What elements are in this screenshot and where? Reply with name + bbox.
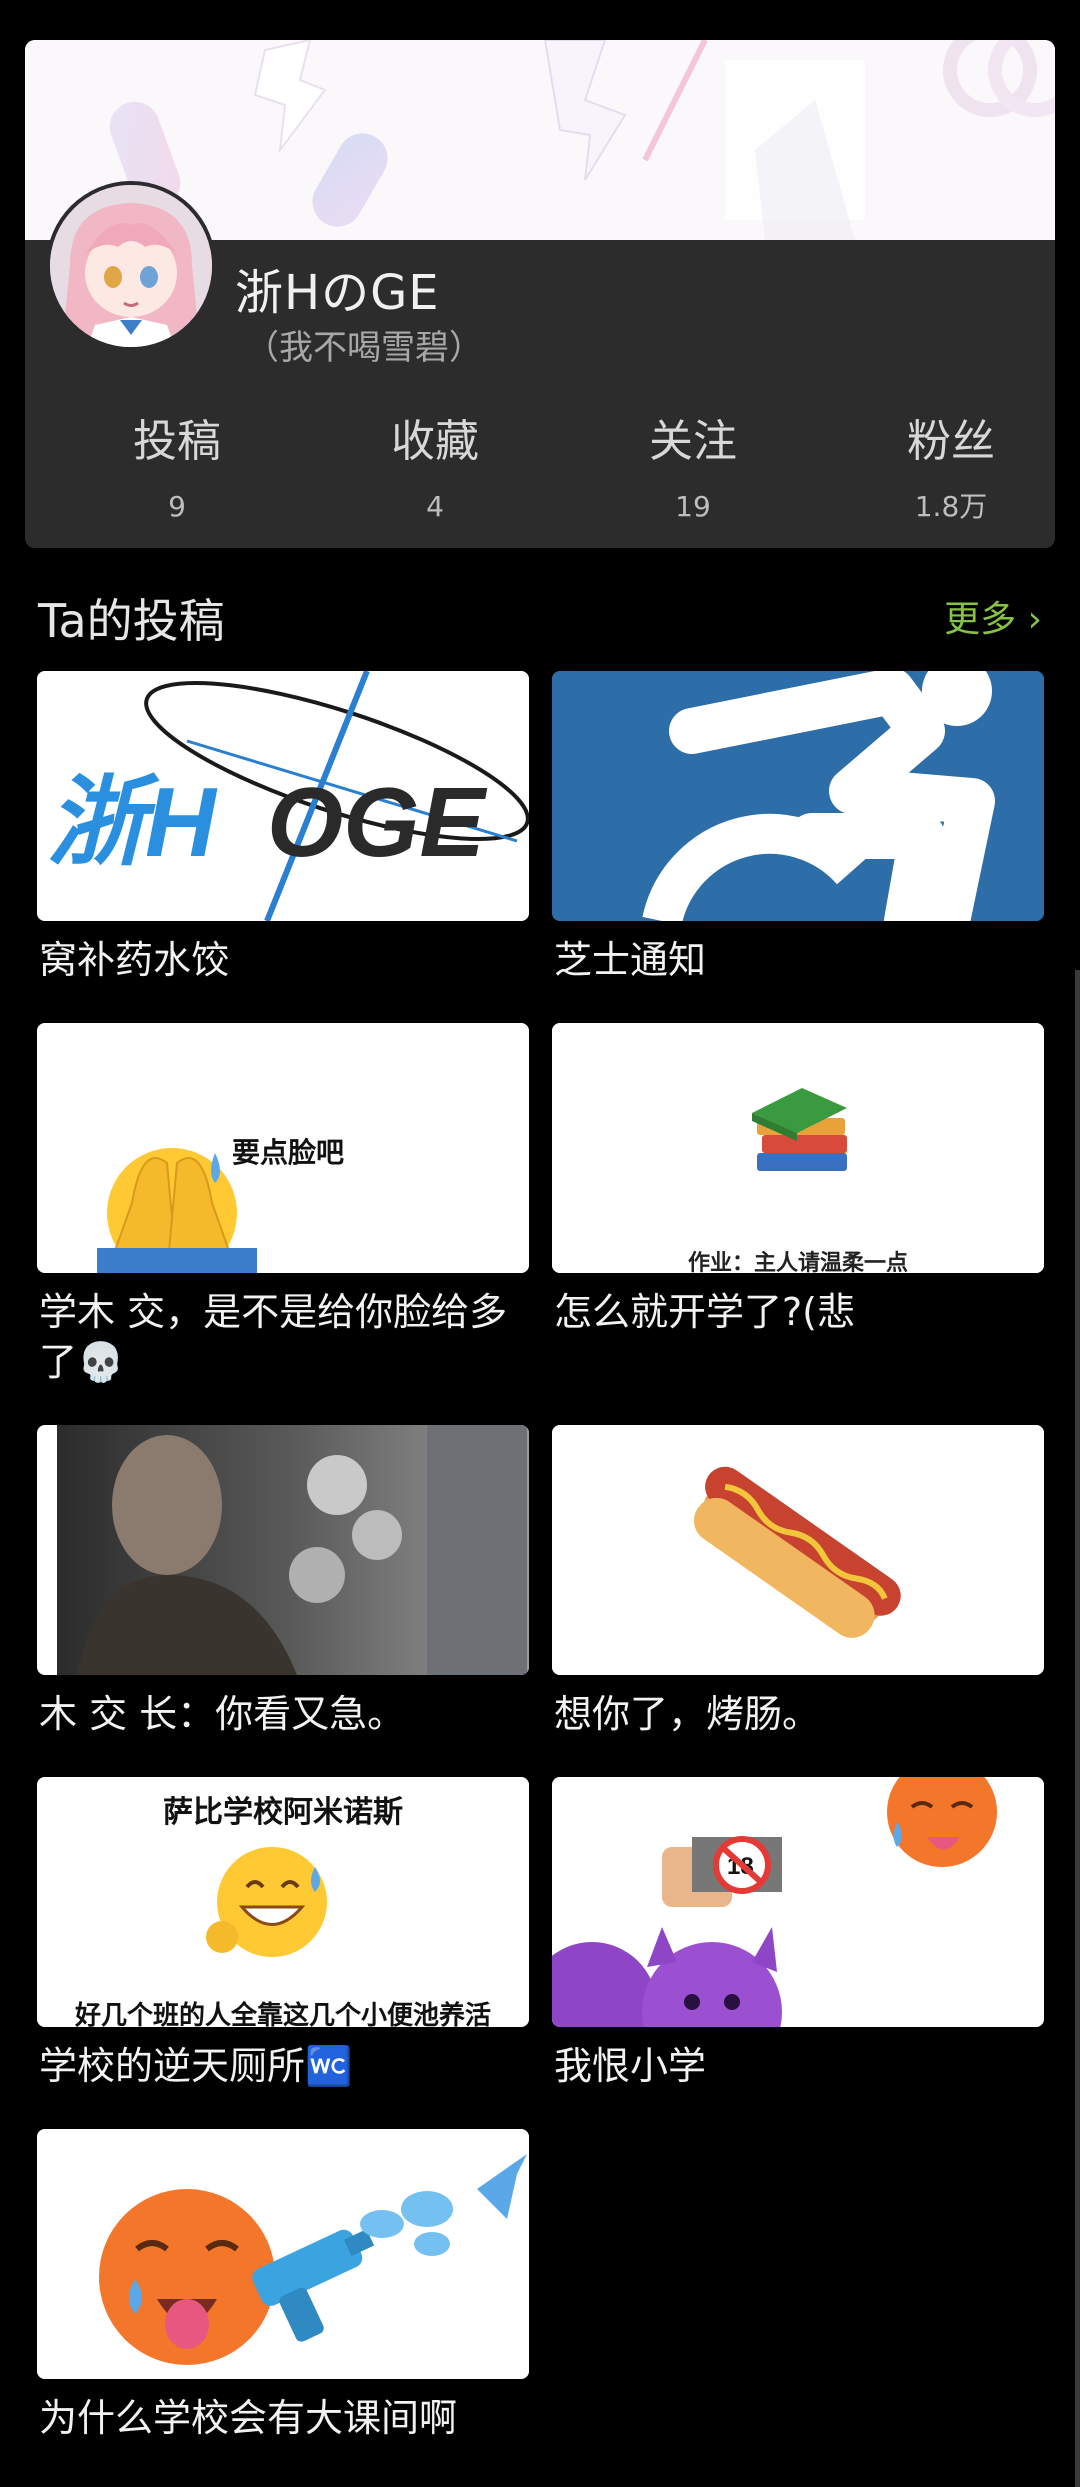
avatar-image xyxy=(50,185,212,347)
post-thumbnail[interactable]: 浙H OGE xyxy=(37,671,529,921)
stat-value: 19 xyxy=(675,490,711,523)
logo-text: 浙H xyxy=(47,767,218,877)
stat-label: 投稿 xyxy=(133,416,221,467)
post-card[interactable]: 想你了，烤肠。 xyxy=(552,1425,1044,1739)
hotdog-emoji-image xyxy=(552,1425,1044,1675)
hot-face-water-gun-image xyxy=(37,2129,529,2379)
devil-emoji-image: 18 xyxy=(552,1777,1044,2027)
post-thumbnail[interactable]: 萨比学校阿米诺斯 好几个班的人全靠这几个小便池养活 xyxy=(37,1777,529,2027)
profile-card: 浙HのGE （我不喝雪碧） 投稿 9 收藏 4 关注 19 粉丝 1.8万 xyxy=(25,40,1055,548)
post-thumbnail[interactable] xyxy=(37,2129,529,2379)
thumb-caption: 好几个班的人全靠这几个小便池养活 xyxy=(74,2001,491,2027)
post-title: 木 交 长：你看又急。 xyxy=(39,1692,406,1736)
post-thumbnail[interactable]: 18 xyxy=(552,1777,1044,2027)
post-thumbnail[interactable]: 作业：主人请温柔一点 xyxy=(552,1023,1044,1273)
post-card[interactable]: 萨比学校阿米诺斯 好几个班的人全靠这几个小便池养活 学校的逆天厕所🚾 xyxy=(37,1777,529,2091)
hoge-logo-image: 浙H OGE xyxy=(37,671,529,921)
wheelchair-icon xyxy=(552,671,1044,921)
post-title: 学木 交，是不是给你脸给多了💀 xyxy=(39,1290,508,1384)
post-thumbnail[interactable] xyxy=(552,1425,1044,1675)
thumb-caption: 要点脸吧 xyxy=(232,1136,345,1169)
stat-following[interactable]: 关注 19 xyxy=(593,415,793,527)
scrollbar[interactable] xyxy=(1075,970,1080,2487)
stat-label: 粉丝 xyxy=(907,416,995,467)
books-emoji-image xyxy=(552,1023,1044,1273)
more-link[interactable]: 更多 › xyxy=(944,590,1042,642)
post-thumbnail[interactable] xyxy=(552,671,1044,921)
post-card[interactable]: 芝士通知 xyxy=(552,671,1044,985)
stat-label: 收藏 xyxy=(391,416,479,467)
thumb-caption: 作业：主人请温柔一点 xyxy=(687,1251,908,1273)
thumb-caption: 萨比学校阿米诺斯 xyxy=(163,1795,403,1830)
post-card[interactable]: 要点脸吧 学木 交，是不是给你脸给多了💀 xyxy=(37,1023,529,1387)
post-card[interactable]: 18 我恨小学 xyxy=(552,1777,1044,2091)
svg-text:OGE: OGE xyxy=(267,767,487,877)
stat-value: 9 xyxy=(168,490,186,523)
post-title: 怎么就开学了?(悲 xyxy=(554,1290,855,1334)
profile-signature: （我不喝雪碧） xyxy=(245,328,483,368)
stat-favorites[interactable]: 收藏 4 xyxy=(335,415,535,527)
post-title: 学校的逆天厕所🚾 xyxy=(39,2044,353,2088)
post-card[interactable]: 浙H OGE 窝补药水饺 xyxy=(37,671,529,985)
stat-followers[interactable]: 粉丝 1.8万 xyxy=(851,415,1051,527)
post-thumbnail[interactable] xyxy=(37,1425,529,1675)
post-title: 为什么学校会有大课间啊 xyxy=(39,2396,458,2440)
post-card[interactable]: 木 交 长：你看又急。 xyxy=(37,1425,529,1739)
stat-value: 4 xyxy=(426,490,444,523)
section-title: Ta的投稿 xyxy=(38,594,225,648)
avatar[interactable] xyxy=(50,185,212,347)
post-card[interactable]: 作业：主人请温柔一点 怎么就开学了?(悲 xyxy=(552,1023,1044,1337)
post-thumbnail[interactable]: 要点脸吧 xyxy=(37,1023,529,1273)
post-title: 想你了，烤肠。 xyxy=(554,1692,821,1736)
post-title: 窝补药水饺 xyxy=(39,938,230,982)
stat-posts[interactable]: 投稿 9 xyxy=(77,415,277,527)
post-title: 我恨小学 xyxy=(554,2044,707,2088)
stat-value: 1.8万 xyxy=(914,490,988,523)
photo-man-image xyxy=(37,1425,529,1675)
post-card[interactable]: 为什么学校会有大课间啊 xyxy=(37,2129,529,2443)
post-title: 芝士通知 xyxy=(554,938,707,982)
stat-label: 关注 xyxy=(649,416,737,467)
profile-username: 浙HのGE xyxy=(235,265,440,321)
